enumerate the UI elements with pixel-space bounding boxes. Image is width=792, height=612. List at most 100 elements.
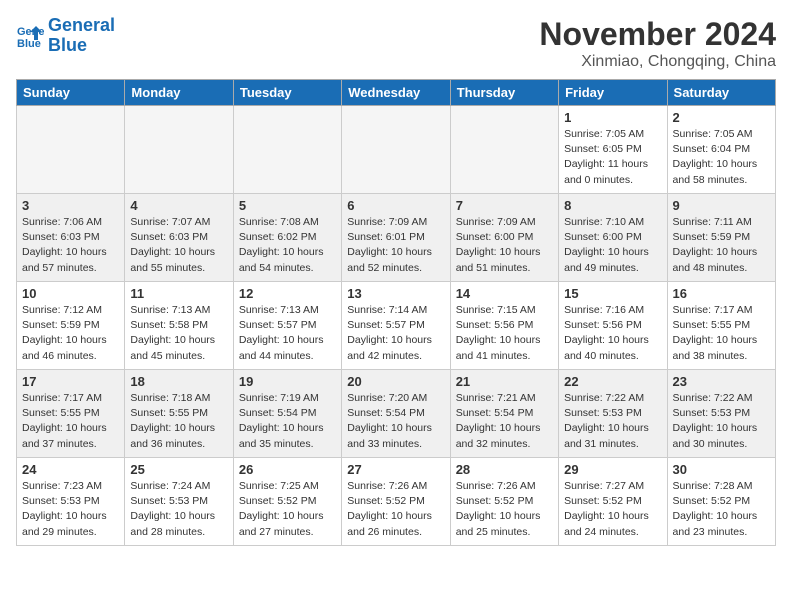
day-info: Sunrise: 7:14 AM Sunset: 5:57 PM Dayligh… bbox=[347, 303, 444, 364]
day-info: Sunrise: 7:19 AM Sunset: 5:54 PM Dayligh… bbox=[239, 391, 336, 452]
calendar-day-cell: 10 Sunrise: 7:12 AM Sunset: 5:59 PM Dayli… bbox=[17, 282, 125, 370]
calendar-day-cell bbox=[17, 106, 125, 194]
calendar-day-cell: 14 Sunrise: 7:15 AM Sunset: 5:56 PM Dayli… bbox=[450, 282, 558, 370]
day-info: Sunrise: 7:17 AM Sunset: 5:55 PM Dayligh… bbox=[22, 391, 119, 452]
day-number: 23 bbox=[673, 374, 770, 389]
day-number: 12 bbox=[239, 286, 336, 301]
calendar-week-row: 17 Sunrise: 7:17 AM Sunset: 5:55 PM Dayli… bbox=[17, 370, 776, 458]
calendar-day-cell: 16 Sunrise: 7:17 AM Sunset: 5:55 PM Dayli… bbox=[667, 282, 775, 370]
calendar-day-cell: 3Sunrise: 7:06 AM Sunset: 6:03 PM Daylig… bbox=[17, 194, 125, 282]
day-info: Sunrise: 7:11 AM Sunset: 5:59 PM Dayligh… bbox=[673, 215, 770, 276]
day-info: Sunrise: 7:16 AM Sunset: 5:56 PM Dayligh… bbox=[564, 303, 661, 364]
day-info: Sunrise: 7:05 AM Sunset: 6:04 PM Dayligh… bbox=[673, 127, 770, 188]
day-info: Sunrise: 7:12 AM Sunset: 5:59 PM Dayligh… bbox=[22, 303, 119, 364]
day-info: Sunrise: 7:22 AM Sunset: 5:53 PM Dayligh… bbox=[564, 391, 661, 452]
day-number: 27 bbox=[347, 462, 444, 477]
weekday-header-friday: Friday bbox=[559, 80, 667, 106]
calendar-table: SundayMondayTuesdayWednesdayThursdayFrid… bbox=[16, 79, 776, 546]
day-info: Sunrise: 7:21 AM Sunset: 5:54 PM Dayligh… bbox=[456, 391, 553, 452]
weekday-header-wednesday: Wednesday bbox=[342, 80, 450, 106]
day-number: 6 bbox=[347, 198, 444, 213]
weekday-header-row: SundayMondayTuesdayWednesdayThursdayFrid… bbox=[17, 80, 776, 106]
day-number: 18 bbox=[130, 374, 227, 389]
day-info: Sunrise: 7:24 AM Sunset: 5:53 PM Dayligh… bbox=[130, 479, 227, 540]
calendar-day-cell: 2 Sunrise: 7:05 AM Sunset: 6:04 PM Daylig… bbox=[667, 106, 775, 194]
day-info: Sunrise: 7:07 AM Sunset: 6:03 PM Dayligh… bbox=[130, 215, 227, 276]
calendar-day-cell: 20 Sunrise: 7:20 AM Sunset: 5:54 PM Dayli… bbox=[342, 370, 450, 458]
day-info: Sunrise: 7:06 AM Sunset: 6:03 PM Dayligh… bbox=[22, 215, 119, 276]
day-number: 14 bbox=[456, 286, 553, 301]
calendar-day-cell: 9 Sunrise: 7:11 AM Sunset: 5:59 PM Daylig… bbox=[667, 194, 775, 282]
calendar-day-cell: 12 Sunrise: 7:13 AM Sunset: 5:57 PM Dayli… bbox=[233, 282, 341, 370]
day-number: 22 bbox=[564, 374, 661, 389]
calendar-day-cell: 11 Sunrise: 7:13 AM Sunset: 5:58 PM Dayli… bbox=[125, 282, 233, 370]
calendar-day-cell: 17 Sunrise: 7:17 AM Sunset: 5:55 PM Dayli… bbox=[17, 370, 125, 458]
calendar-day-cell: 8Sunrise: 7:10 AM Sunset: 6:00 PM Daylig… bbox=[559, 194, 667, 282]
calendar-week-row: 1Sunrise: 7:05 AM Sunset: 6:05 PM Daylig… bbox=[17, 106, 776, 194]
title-area: November 2024 Xinmiao, Chongqing, China bbox=[539, 16, 776, 71]
weekday-header-tuesday: Tuesday bbox=[233, 80, 341, 106]
calendar-day-cell: 25Sunrise: 7:24 AM Sunset: 5:53 PM Dayli… bbox=[125, 458, 233, 546]
day-info: Sunrise: 7:08 AM Sunset: 6:02 PM Dayligh… bbox=[239, 215, 336, 276]
day-number: 29 bbox=[564, 462, 661, 477]
weekday-header-thursday: Thursday bbox=[450, 80, 558, 106]
day-number: 26 bbox=[239, 462, 336, 477]
day-number: 30 bbox=[673, 462, 770, 477]
weekday-header-sunday: Sunday bbox=[17, 80, 125, 106]
calendar-day-cell bbox=[233, 106, 341, 194]
calendar-day-cell: 29Sunrise: 7:27 AM Sunset: 5:52 PM Dayli… bbox=[559, 458, 667, 546]
calendar-day-cell bbox=[450, 106, 558, 194]
day-number: 24 bbox=[22, 462, 119, 477]
calendar-day-cell: 19Sunrise: 7:19 AM Sunset: 5:54 PM Dayli… bbox=[233, 370, 341, 458]
calendar-day-cell: 18 Sunrise: 7:18 AM Sunset: 5:55 PM Dayli… bbox=[125, 370, 233, 458]
calendar-day-cell: 6 Sunrise: 7:09 AM Sunset: 6:01 PM Daylig… bbox=[342, 194, 450, 282]
day-info: Sunrise: 7:25 AM Sunset: 5:52 PM Dayligh… bbox=[239, 479, 336, 540]
calendar-week-row: 24 Sunrise: 7:23 AM Sunset: 5:53 PM Dayli… bbox=[17, 458, 776, 546]
day-number: 28 bbox=[456, 462, 553, 477]
day-number: 8 bbox=[564, 198, 661, 213]
calendar-day-cell: 1Sunrise: 7:05 AM Sunset: 6:05 PM Daylig… bbox=[559, 106, 667, 194]
calendar-day-cell: 21 Sunrise: 7:21 AM Sunset: 5:54 PM Dayli… bbox=[450, 370, 558, 458]
day-number: 17 bbox=[22, 374, 119, 389]
logo-text: General Blue bbox=[48, 16, 115, 56]
day-number: 11 bbox=[130, 286, 227, 301]
location-title: Xinmiao, Chongqing, China bbox=[539, 53, 776, 71]
month-title: November 2024 bbox=[539, 16, 776, 53]
calendar-day-cell: 5Sunrise: 7:08 AM Sunset: 6:02 PM Daylig… bbox=[233, 194, 341, 282]
day-info: Sunrise: 7:05 AM Sunset: 6:05 PM Dayligh… bbox=[564, 127, 661, 188]
day-number: 7 bbox=[456, 198, 553, 213]
day-number: 9 bbox=[673, 198, 770, 213]
day-number: 20 bbox=[347, 374, 444, 389]
day-info: Sunrise: 7:09 AM Sunset: 6:01 PM Dayligh… bbox=[347, 215, 444, 276]
day-info: Sunrise: 7:13 AM Sunset: 5:58 PM Dayligh… bbox=[130, 303, 227, 364]
day-number: 10 bbox=[22, 286, 119, 301]
day-info: Sunrise: 7:20 AM Sunset: 5:54 PM Dayligh… bbox=[347, 391, 444, 452]
day-info: Sunrise: 7:18 AM Sunset: 5:55 PM Dayligh… bbox=[130, 391, 227, 452]
calendar-day-cell: 4 Sunrise: 7:07 AM Sunset: 6:03 PM Daylig… bbox=[125, 194, 233, 282]
day-info: Sunrise: 7:23 AM Sunset: 5:53 PM Dayligh… bbox=[22, 479, 119, 540]
day-number: 21 bbox=[456, 374, 553, 389]
day-info: Sunrise: 7:13 AM Sunset: 5:57 PM Dayligh… bbox=[239, 303, 336, 364]
day-info: Sunrise: 7:28 AM Sunset: 5:52 PM Dayligh… bbox=[673, 479, 770, 540]
calendar-day-cell bbox=[342, 106, 450, 194]
day-info: Sunrise: 7:17 AM Sunset: 5:55 PM Dayligh… bbox=[673, 303, 770, 364]
logo: General Blue General Blue bbox=[16, 16, 115, 56]
logo-icon: General Blue bbox=[16, 22, 44, 50]
calendar-day-cell: 28Sunrise: 7:26 AM Sunset: 5:52 PM Dayli… bbox=[450, 458, 558, 546]
calendar-day-cell: 22 Sunrise: 7:22 AM Sunset: 5:53 PM Dayli… bbox=[559, 370, 667, 458]
calendar-day-cell: 15Sunrise: 7:16 AM Sunset: 5:56 PM Dayli… bbox=[559, 282, 667, 370]
calendar-week-row: 10 Sunrise: 7:12 AM Sunset: 5:59 PM Dayli… bbox=[17, 282, 776, 370]
day-info: Sunrise: 7:26 AM Sunset: 5:52 PM Dayligh… bbox=[347, 479, 444, 540]
weekday-header-monday: Monday bbox=[125, 80, 233, 106]
calendar-day-cell: 24 Sunrise: 7:23 AM Sunset: 5:53 PM Dayli… bbox=[17, 458, 125, 546]
calendar-day-cell bbox=[125, 106, 233, 194]
weekday-header-saturday: Saturday bbox=[667, 80, 775, 106]
day-info: Sunrise: 7:22 AM Sunset: 5:53 PM Dayligh… bbox=[673, 391, 770, 452]
day-number: 4 bbox=[130, 198, 227, 213]
day-info: Sunrise: 7:15 AM Sunset: 5:56 PM Dayligh… bbox=[456, 303, 553, 364]
day-number: 2 bbox=[673, 110, 770, 125]
day-number: 16 bbox=[673, 286, 770, 301]
header: General Blue General Blue November 2024 … bbox=[16, 16, 776, 71]
calendar-day-cell: 27 Sunrise: 7:26 AM Sunset: 5:52 PM Dayli… bbox=[342, 458, 450, 546]
calendar-day-cell: 23 Sunrise: 7:22 AM Sunset: 5:53 PM Dayli… bbox=[667, 370, 775, 458]
